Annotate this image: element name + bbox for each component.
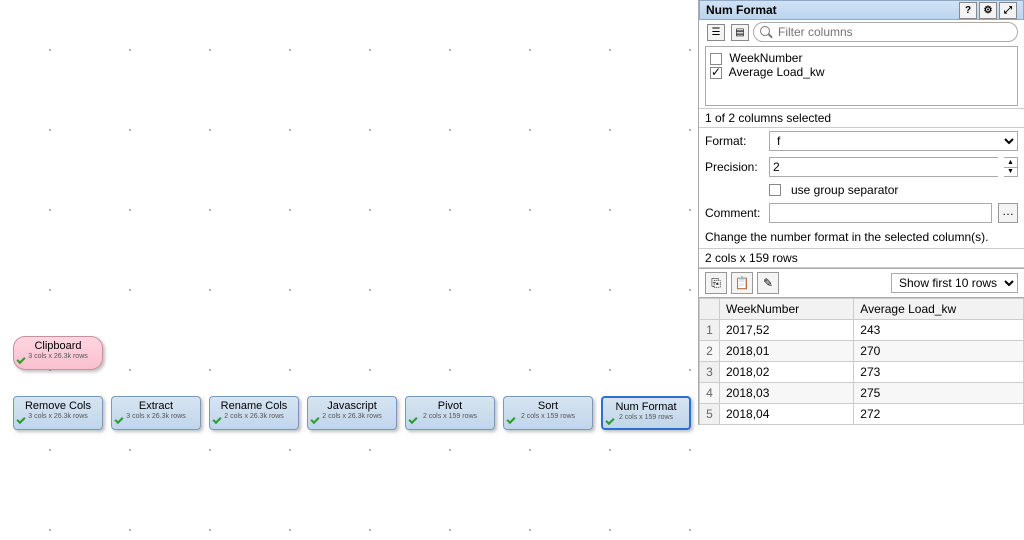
col-header-weeknumber[interactable]: WeekNumber <box>720 299 854 320</box>
filter-columns-wrap[interactable] <box>753 22 1018 42</box>
node-extract[interactable]: Extract 3 cols x 26.3k rows <box>111 396 201 430</box>
node-label: Extract <box>112 400 200 412</box>
precision-input[interactable] <box>769 157 998 177</box>
node-sub: 2 cols x 26.3k rows <box>308 413 396 420</box>
node-sub: 2 cols x 159 rows <box>406 413 494 420</box>
precision-label: Precision: <box>705 160 763 174</box>
cell-avg-load: 272 <box>854 404 1024 425</box>
row-number: 5 <box>700 404 720 425</box>
table-row[interactable]: 42018,03275 <box>700 383 1024 404</box>
gear-icon[interactable]: ⚙ <box>979 2 997 19</box>
spin-down-icon[interactable]: ▼ <box>1004 168 1017 177</box>
format-select[interactable]: f <box>769 131 1018 151</box>
node-remove-cols[interactable]: Remove Cols 3 cols x 26.3k rows <box>13 396 103 430</box>
filter-row: ☰ ▤ <box>699 20 1024 44</box>
copy-button[interactable]: 📋 <box>731 272 753 294</box>
group-sep-checkbox[interactable] <box>769 184 781 196</box>
cell-weeknumber: 2017,52 <box>720 320 854 341</box>
column-name: WeekNumber <box>729 51 802 65</box>
cell-avg-load: 243 <box>854 320 1024 341</box>
node-sub: 2 cols x 159 rows <box>603 414 689 421</box>
node-clipboard[interactable]: Clipboard 3 cols x 26.3k rows <box>13 336 103 370</box>
maximize-icon[interactable]: ⤢ <box>999 2 1017 19</box>
node-sub: 3 cols x 26.3k rows <box>14 413 102 420</box>
cell-weeknumber: 2018,04 <box>720 404 854 425</box>
format-label: Format: <box>705 134 763 148</box>
show-rows-select[interactable]: Show first 10 rows <box>891 273 1018 293</box>
cell-avg-load: 273 <box>854 362 1024 383</box>
columns-selected-status: 1 of 2 columns selected <box>699 108 1024 128</box>
table-row[interactable]: 22018,01270 <box>700 341 1024 362</box>
table-summary: 2 cols x 159 rows <box>699 248 1024 268</box>
node-label: Num Format <box>603 401 689 413</box>
node-sub: 3 cols x 26.3k rows <box>14 353 102 360</box>
col-header-avg-load[interactable]: Average Load_kw <box>854 299 1024 320</box>
export-button[interactable]: ⎘ <box>705 272 727 294</box>
spin-up-icon[interactable]: ▲ <box>1004 158 1017 168</box>
node-label: Javascript <box>308 400 396 412</box>
view-detail-icon[interactable]: ▤ <box>731 24 749 41</box>
node-label: Rename Cols <box>210 400 298 412</box>
cell-weeknumber: 2018,03 <box>720 383 854 404</box>
comment-label: Comment: <box>705 206 763 220</box>
node-sort[interactable]: Sort 2 cols x 159 rows <box>503 396 593 430</box>
edit-button[interactable]: ✎ <box>757 272 779 294</box>
comment-more-button[interactable]: … <box>998 203 1018 223</box>
row-number: 2 <box>700 341 720 362</box>
table-row[interactable]: 52018,04272 <box>700 404 1024 425</box>
node-rename-cols[interactable]: Rename Cols 2 cols x 26.3k rows <box>209 396 299 430</box>
comment-input[interactable] <box>769 203 992 223</box>
column-name: Average Load_kw <box>729 65 825 79</box>
hint-text: Change the number format in the selected… <box>699 226 1024 248</box>
group-sep-label: use group separator <box>791 183 898 197</box>
node-sub: 2 cols x 26.3k rows <box>210 413 298 420</box>
precision-spinner[interactable]: ▲▼ <box>1004 157 1018 177</box>
node-label: Sort <box>504 400 592 412</box>
filter-columns-input[interactable] <box>776 24 1011 40</box>
row-number: 4 <box>700 383 720 404</box>
checkbox-icon[interactable] <box>710 53 722 65</box>
help-icon[interactable]: ? <box>959 2 977 19</box>
cell-weeknumber: 2018,01 <box>720 341 854 362</box>
preview-table: WeekNumber Average Load_kw 12017,5224322… <box>699 298 1024 425</box>
cell-weeknumber: 2018,02 <box>720 362 854 383</box>
column-item-weeknumber[interactable]: WeekNumber <box>710 51 1013 65</box>
view-list-icon[interactable]: ☰ <box>707 24 725 41</box>
node-sub: 3 cols x 26.3k rows <box>112 413 200 420</box>
cell-avg-load: 270 <box>854 341 1024 362</box>
search-icon <box>760 26 772 38</box>
checkbox-checked-icon[interactable] <box>710 67 722 79</box>
node-pivot[interactable]: Pivot 2 cols x 159 rows <box>405 396 495 430</box>
row-number: 3 <box>700 362 720 383</box>
node-label: Clipboard <box>14 340 102 352</box>
panel-title: Num Format <box>706 3 777 17</box>
row-number: 1 <box>700 320 720 341</box>
node-label: Pivot <box>406 400 494 412</box>
node-sub: 2 cols x 159 rows <box>504 413 592 420</box>
column-item-average-load[interactable]: Average Load_kw <box>710 65 1013 79</box>
columns-list[interactable]: WeekNumber Average Load_kw <box>705 46 1018 106</box>
table-row[interactable]: 12017,52243 <box>700 320 1024 341</box>
table-row[interactable]: 32018,02273 <box>700 362 1024 383</box>
node-label: Remove Cols <box>14 400 102 412</box>
node-javascript[interactable]: Javascript 2 cols x 26.3k rows <box>307 396 397 430</box>
properties-panel: Num Format ? ⚙ ⤢ ☰ ▤ WeekNumber Average … <box>698 0 1024 425</box>
cell-avg-load: 275 <box>854 383 1024 404</box>
panel-title-bar: Num Format ? ⚙ ⤢ <box>699 0 1024 20</box>
node-num-format[interactable]: Num Format 2 cols x 159 rows <box>601 396 691 430</box>
workflow-canvas[interactable]: Clipboard 3 cols x 26.3k rows Remove Col… <box>0 0 700 540</box>
